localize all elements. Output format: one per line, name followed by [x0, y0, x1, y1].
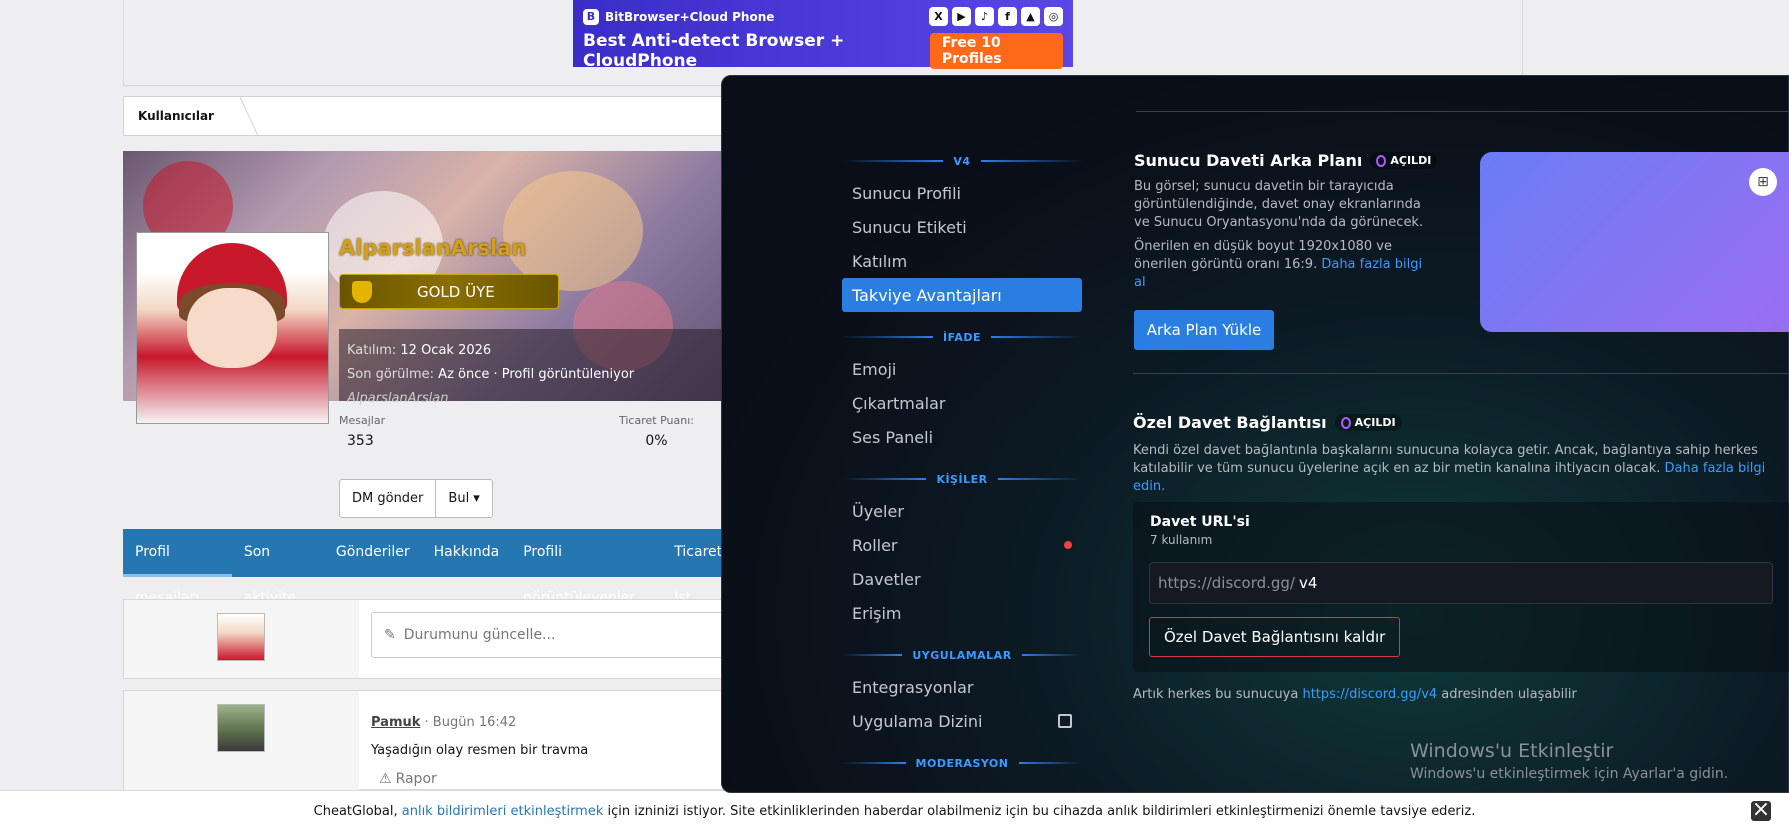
shield-icon: [352, 280, 372, 303]
joined-date: 12 Ocak 2026: [400, 343, 492, 358]
post-author[interactable]: Pamuk: [371, 715, 420, 730]
post-text: Yaşadığın olay resmen bir travma: [371, 743, 589, 758]
profile-stats: Mesajlar 353 Ticaret Puanı: 0%: [339, 414, 694, 449]
ads-icon[interactable]: ▲: [1021, 7, 1040, 26]
sidebar-item-roles[interactable]: Roller: [842, 528, 1082, 562]
post-time: · Bugün 16:42: [424, 715, 517, 730]
bg-title: Sunucu Daveti Arka Planı: [1134, 151, 1363, 170]
find-button[interactable]: Bul ▾: [435, 480, 491, 517]
sidebar-item-access[interactable]: Erişim: [842, 596, 1082, 630]
message-count: 353: [347, 433, 374, 449]
profile-actions: DM gönder Bul ▾: [339, 479, 493, 518]
unlocked-badge: AÇILDI: [1370, 152, 1438, 169]
last-seen: Az önce · Profil görüntüleniyor: [438, 367, 635, 382]
avatar[interactable]: [136, 232, 329, 424]
rank-label: GOLD ÜYE: [417, 282, 495, 301]
ad-headline: Best Anti-detect Browser + CloudPhone: [583, 31, 845, 71]
youtube-icon[interactable]: ▶: [952, 7, 971, 26]
notification-bar: CheatGlobal, anlık bildirimleri etkinleş…: [0, 790, 1789, 832]
ad-cta[interactable]: Free 10 Profiles: [929, 33, 1063, 69]
section-expression: İFADE: [842, 322, 1083, 352]
sidebar-item-emoji[interactable]: Emoji: [842, 352, 1082, 386]
profile-tabs: Profil mesajları Son aktivite Gönderiler…: [123, 529, 743, 606]
status-input[interactable]: ✎ Durumunu güncelle...: [371, 612, 751, 658]
mini-avatar[interactable]: [217, 613, 265, 661]
breadcrumb-arrow-icon: [223, 96, 259, 136]
ad-banner[interactable]: B BitBrowser+Cloud Phone Best Anti-detect…: [573, 0, 1073, 71]
sidebar-item-integrations[interactable]: Entegrasyonlar: [842, 670, 1082, 704]
breadcrumb-users[interactable]: Kullanıcılar: [138, 109, 214, 123]
status-update-row: ✎ Durumunu güncelle...: [123, 599, 751, 679]
sidebar-item-onboarding[interactable]: Katılım: [842, 244, 1082, 278]
pencil-icon: ✎: [384, 627, 396, 643]
section-moderation: MODERASYON: [842, 748, 1083, 778]
external-link-icon: [1058, 714, 1072, 728]
sidebar-item-server-tag[interactable]: Sunucu Etiketi: [842, 210, 1082, 244]
section-people: KİŞİLER: [842, 464, 1083, 494]
enable-notifications-link[interactable]: anlık bildirimleri etkinleştirmek: [402, 804, 604, 819]
instagram-icon[interactable]: ◎: [1044, 7, 1063, 26]
profile-username: AlparslanArslan: [339, 236, 527, 260]
bg-desc-1: Bu görsel; sunucu davetin bir tarayıcıda…: [1134, 179, 1424, 230]
tab-about[interactable]: Hakkında: [422, 529, 512, 577]
close-icon[interactable]: ×: [1751, 799, 1771, 821]
facebook-icon[interactable]: f: [998, 7, 1017, 26]
profile-meta: Katılım: 12 Ocak 2026 Son görülme: Az ön…: [339, 329, 743, 406]
ad-socials: X ▶ ♪ f ▲ ◎: [929, 7, 1063, 26]
section-v4: V4: [842, 146, 1083, 176]
sidebar-item-app-directory[interactable]: Uygulama Dizini: [842, 704, 1082, 738]
dm-button[interactable]: DM gönder: [340, 480, 435, 517]
seen-user[interactable]: AlparslanArslan: [347, 391, 449, 406]
image-add-icon[interactable]: ⊞: [1749, 168, 1777, 196]
background-preview[interactable]: ⊞: [1480, 152, 1789, 332]
tab-posts[interactable]: Gönderiler: [324, 529, 422, 577]
rank-badge: GOLD ÜYE: [339, 274, 559, 309]
settings-sidebar: V4 Sunucu Profili Sunucu Etiketi Katılım…: [842, 146, 1083, 778]
boost-icon: [1376, 154, 1387, 167]
trade-score: 0%: [645, 433, 668, 449]
bitbrowser-logo-icon: B: [583, 9, 599, 25]
warning-icon: ⚠: [379, 771, 392, 787]
sidebar-item-soundboard[interactable]: Ses Paneli: [842, 420, 1082, 454]
tab-recent-activity[interactable]: Son aktivite: [232, 529, 324, 606]
sidebar-item-invites[interactable]: Davetler: [842, 562, 1082, 596]
sidebar-item-boost-perks[interactable]: Takviye Avantajları: [842, 278, 1082, 312]
section-apps: UYGULAMALAR: [842, 640, 1082, 670]
tiktok-icon[interactable]: ♪: [975, 7, 994, 26]
report-link[interactable]: Rapor: [396, 765, 437, 793]
notification-dot-icon: [1064, 541, 1072, 549]
x-icon[interactable]: X: [929, 7, 948, 26]
tab-profile-messages[interactable]: Profil mesajları: [123, 529, 232, 606]
profile-post: Pamuk · Bugün 16:42 Yaşadığın olay resme…: [123, 690, 743, 793]
ad-brand: BitBrowser+Cloud Phone: [605, 10, 775, 24]
upload-background-button[interactable]: Arka Plan Yükle: [1134, 310, 1274, 350]
sidebar-item-members[interactable]: Üyeler: [842, 494, 1082, 528]
tab-profile-viewers[interactable]: Profili görüntüleyenler: [511, 529, 662, 606]
post-author-avatar[interactable]: [217, 704, 265, 752]
sidebar-item-server-profile[interactable]: Sunucu Profili: [842, 176, 1082, 210]
sidebar-item-stickers[interactable]: Çıkartmalar: [842, 386, 1082, 420]
